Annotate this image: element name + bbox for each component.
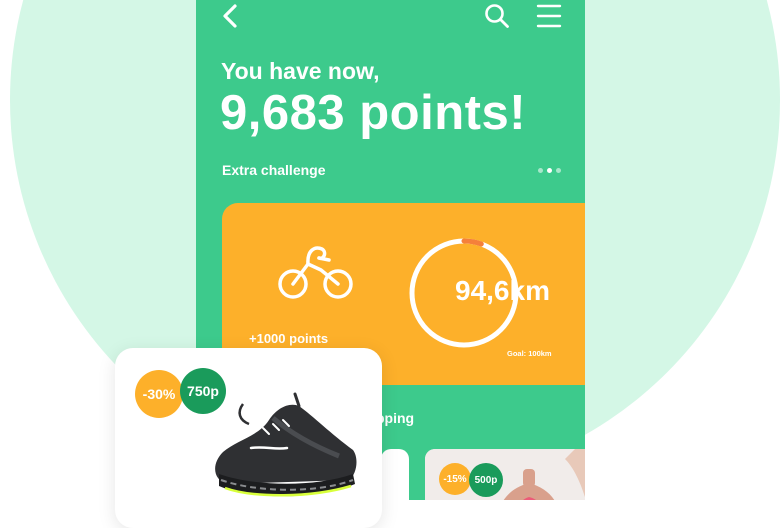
- points-total: 9,683 points!: [220, 86, 527, 140]
- reward-points-label: +1000 points: [249, 331, 329, 346]
- distance-value: 94,6km: [455, 275, 550, 306]
- search-button[interactable]: [484, 3, 510, 29]
- chevron-left-icon: [223, 4, 237, 28]
- extra-challenge-heading: Extra challenge: [222, 162, 326, 178]
- back-button[interactable]: [220, 2, 240, 30]
- price-badge: 750p: [180, 368, 226, 414]
- discount-badge: -30%: [135, 370, 183, 418]
- sneaker-photo: [215, 392, 357, 497]
- pager-dot-active[interactable]: [547, 168, 552, 173]
- points-subtitle: You have now,: [221, 58, 380, 84]
- product-card-apparel[interactable]: -15% 500p: [425, 449, 585, 500]
- mini-discount-badge: -15%: [439, 463, 471, 495]
- pager-dot[interactable]: [556, 168, 561, 173]
- menu-button[interactable]: [536, 3, 562, 29]
- pager-dot[interactable]: [538, 168, 543, 173]
- distance-goal: Goal: 100km: [507, 349, 552, 358]
- hamburger-menu-icon: [536, 4, 562, 28]
- product-card-sneaker[interactable]: -30% 750p: [115, 348, 382, 528]
- carousel-pager[interactable]: [538, 168, 561, 173]
- bicycle-icon: [278, 246, 353, 299]
- product-card-partial[interactable]: [381, 449, 409, 500]
- mini-price-badge: 500p: [469, 463, 503, 497]
- search-icon: [485, 4, 509, 28]
